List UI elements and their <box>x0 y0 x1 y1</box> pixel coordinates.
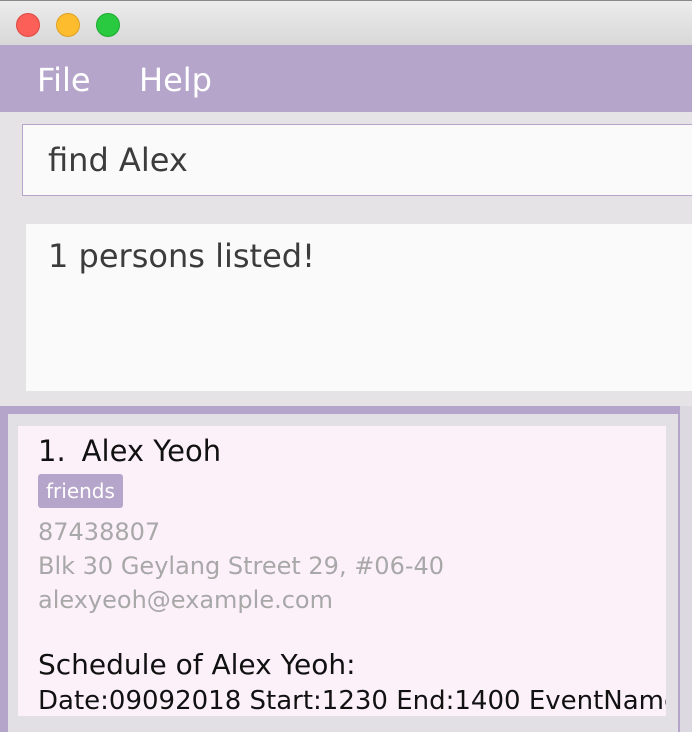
person-name-row: 1. Alex Yeoh <box>38 434 221 468</box>
person-phone: 87438807 <box>38 518 161 546</box>
command-input[interactable]: find Alex <box>22 124 692 196</box>
person-address: Blk 30 Geylang Street 29, #06-40 <box>38 552 445 580</box>
window-titlebar[interactable] <box>0 0 692 45</box>
result-message: 1 persons listed! <box>48 237 315 275</box>
person-index: 1. <box>38 434 66 468</box>
command-input-value[interactable]: find Alex <box>48 141 188 179</box>
close-button[interactable] <box>16 13 40 37</box>
result-display: 1 persons listed! <box>26 224 692 391</box>
zoom-button[interactable] <box>96 13 120 37</box>
person-email: alexyeoh@example.com <box>38 586 333 614</box>
menu-bar: File Help <box>0 45 692 112</box>
list-scrollbar[interactable] <box>680 406 692 732</box>
tag-badge: friends <box>38 474 123 508</box>
person-name: Alex Yeoh <box>81 434 222 468</box>
minimize-button[interactable] <box>56 13 80 37</box>
menu-file[interactable]: File <box>37 61 91 99</box>
menu-help[interactable]: Help <box>139 61 212 99</box>
person-card[interactable]: 1. Alex Yeoh friends 87438807 Blk 30 Geyl… <box>18 426 666 716</box>
schedule-title: Schedule of Alex Yeoh: <box>38 648 356 681</box>
person-list-panel: 1. Alex Yeoh friends 87438807 Blk 30 Geyl… <box>0 406 692 732</box>
person-list[interactable]: 1. Alex Yeoh friends 87438807 Blk 30 Geyl… <box>8 414 678 732</box>
schedule-entry: Date:09092018 Start:1230 End:1400 EventN… <box>38 686 666 716</box>
